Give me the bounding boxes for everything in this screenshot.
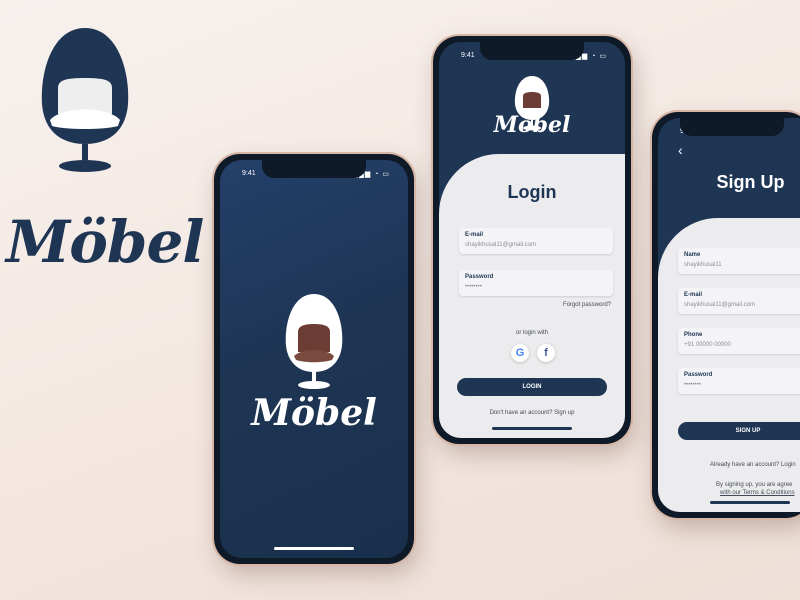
page-title: Login	[507, 182, 557, 202]
email-field[interactable]: E-mail shayikhusal11@gmail.com	[678, 288, 800, 314]
splash-phone: 9:41 ▂▄▆ ◔ ▭ Möbel	[214, 154, 414, 564]
signup-card: Name shayikhusal11 E-mail shayikhusal11@…	[658, 218, 800, 512]
email-label: E-mail	[465, 232, 484, 238]
login-card: Login E-mail shayikhusal11@gmail.com Pas…	[439, 154, 625, 438]
status-time: 9:41	[461, 52, 475, 59]
password-field[interactable]: Password ••••••••	[678, 368, 800, 394]
notch	[680, 118, 784, 136]
notch	[262, 160, 366, 178]
phone-label: Phone	[684, 332, 703, 338]
login-button[interactable]: LOGIN	[457, 378, 607, 396]
brand-logo: Möbel	[0, 20, 204, 280]
phone-field[interactable]: Phone +91 00000 00000	[678, 328, 800, 354]
signup-screen: 9:41 ‹ Sign Up Name shayikhusal11 E-mail…	[658, 118, 800, 512]
name-field[interactable]: Name shayikhusal11	[678, 248, 800, 274]
terms-text-line1: By signing up, you are agree	[716, 482, 793, 488]
home-indicator	[710, 501, 791, 504]
login-screen: 9:41 ▂▄▆ ◔ ▭ Möbel Login E-mail shayikhu…	[439, 42, 625, 438]
signup-link[interactable]: Don't have an account? Sign up	[439, 410, 625, 416]
egg-chair-logo	[285, 294, 343, 389]
egg-chair-logo	[41, 28, 129, 172]
email-value: shayikhusal11@gmail.com	[684, 302, 756, 308]
signup-button[interactable]: SIGN UP	[678, 422, 800, 440]
login-link[interactable]: Already have an account? Login	[710, 462, 796, 468]
notch	[480, 42, 584, 60]
page-title: Sign Up	[716, 172, 785, 192]
password-field[interactable]: Password ••••••••	[459, 270, 613, 296]
splash-screen: 9:41 ▂▄▆ ◔ ▭ Möbel	[220, 160, 408, 558]
password-value: ••••••••	[465, 284, 482, 290]
email-value: shayikhusal11@gmail.com	[465, 242, 537, 248]
terms-link[interactable]: with our Terms & Conditions	[720, 490, 795, 496]
login-wordmark: Möbel	[493, 112, 571, 138]
brand-wordmark: Möbel	[6, 208, 204, 276]
password-label: Password	[684, 372, 713, 378]
login-phone: 9:41 ▂▄▆ ◔ ▭ Möbel Login E-mail shayikhu…	[433, 36, 631, 444]
signup-phone: 9:41 ‹ Sign Up Name shayikhusal11 E-mail…	[652, 112, 800, 518]
status-time: 9:41	[242, 170, 256, 177]
splash-wordmark: Möbel	[251, 392, 377, 434]
home-indicator	[492, 427, 572, 430]
password-label: Password	[465, 274, 494, 280]
google-icon[interactable]: G	[511, 344, 529, 362]
name-value: shayikhusal11	[684, 262, 722, 268]
name-label: Name	[684, 252, 701, 258]
facebook-icon[interactable]: f	[537, 344, 555, 362]
email-label: E-mail	[684, 292, 703, 298]
email-field[interactable]: E-mail shayikhusal11@gmail.com	[459, 228, 613, 254]
forgot-password-link[interactable]: Forgot password?	[563, 302, 611, 308]
phone-value: +91 00000 00000	[684, 342, 731, 348]
password-value: ••••••••	[684, 382, 701, 388]
back-arrow-icon[interactable]: ‹	[678, 142, 683, 158]
home-indicator	[274, 547, 354, 550]
or-login-with: or login with	[515, 330, 548, 336]
